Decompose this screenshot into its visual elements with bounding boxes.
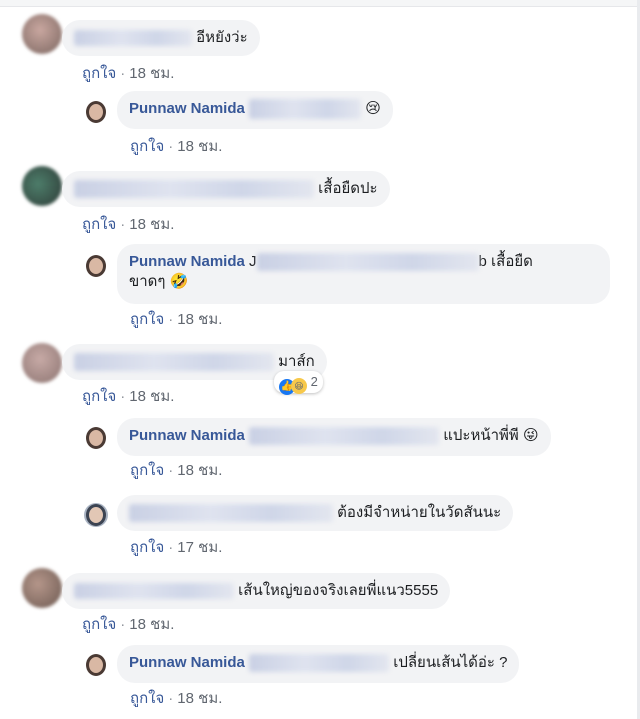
like-link[interactable]: ถูกใจ <box>82 65 116 82</box>
reply-meta: ถูกใจ · 18 ชม. <box>130 311 223 328</box>
reply-text-suffix: b เสื้อยืด <box>478 253 533 270</box>
punnaw-avatar[interactable] <box>84 426 108 450</box>
reply-bubble: Punnaw Namida 😢 <box>117 91 393 129</box>
reply-text: เปลี่ยนเส้นได้อ่ะ ? <box>393 654 508 671</box>
comment-text: มาส์ก <box>278 353 315 370</box>
reply-time[interactable]: 18 ชม. <box>177 311 222 328</box>
commenter-avatar[interactable] <box>22 166 62 206</box>
reply-bubble: Punnaw Namida เปลี่ยนเส้นได้อ่ะ ? <box>117 645 520 683</box>
crying-emoji: 😢 <box>365 100 381 117</box>
reply-time[interactable]: 18 ชม. <box>177 138 222 155</box>
comment-text: เสื้อยืดปะ <box>318 180 378 197</box>
like-link[interactable]: ถูกใจ <box>82 216 116 233</box>
blurred-mention <box>249 654 390 673</box>
blurred-mention <box>249 427 440 446</box>
comment-time[interactable]: 18 ชม. <box>129 388 174 405</box>
reply-bubble: ต้องมีจำหน่ายในวัดสันนะ <box>117 495 514 531</box>
like-link[interactable]: ถูกใจ <box>130 311 164 328</box>
commenter-avatar[interactable] <box>22 14 62 54</box>
punnaw-avatar[interactable] <box>84 100 108 124</box>
reply-time[interactable]: 17 ชม. <box>177 539 222 556</box>
reply-meta: ถูกใจ · 18 ชม. <box>130 462 223 479</box>
comment-text: อีหยังว่ะ <box>196 29 248 46</box>
commenter-avatar[interactable] <box>22 343 62 383</box>
reply-time[interactable]: 18 ชม. <box>177 690 222 707</box>
punnaw-avatar[interactable] <box>84 254 108 278</box>
blurred-name <box>74 30 192 47</box>
comment-meta: ถูกใจ · 18 ชม. <box>82 388 175 405</box>
rofl-emoji: 🤣 <box>169 273 189 290</box>
reply-meta: ถูกใจ · 18 ชม. <box>130 690 223 707</box>
reply-author[interactable]: Punnaw Namida <box>129 100 245 117</box>
reply-time[interactable]: 18 ชม. <box>177 462 222 479</box>
like-link[interactable]: ถูกใจ <box>82 616 116 633</box>
comment-bubble: เสื้อยืดปะ <box>62 171 390 207</box>
blurred-name <box>74 583 234 600</box>
reply-text: แปะหน้าพี่พี <box>443 427 519 444</box>
reply-author[interactable]: Punnaw Namida <box>129 654 245 671</box>
haha-reaction-icon: 😆 <box>291 378 307 394</box>
comment-meta: ถูกใจ · 18 ชม. <box>82 616 175 633</box>
window-top-edge <box>0 0 640 7</box>
reply-bubble: Punnaw Namida Jb เสื้อยืด ขาดๆ 🤣 <box>117 244 610 304</box>
comment-time[interactable]: 18 ชม. <box>129 616 174 633</box>
comment-meta: ถูกใจ · 18 ชม. <box>82 65 175 82</box>
reply-author[interactable]: Punnaw Namida <box>129 253 245 270</box>
reply-avatar[interactable] <box>84 503 108 527</box>
reply-text: ต้องมีจำหน่ายในวัดสันนะ <box>337 504 502 521</box>
blurred-mention <box>256 253 479 272</box>
comment-meta: ถูกใจ · 18 ชม. <box>82 216 175 233</box>
reply-meta: ถูกใจ · 17 ชม. <box>130 539 223 556</box>
comment-time[interactable]: 18 ชม. <box>129 65 174 82</box>
reply-text-prefix: J <box>249 253 257 270</box>
comment-time[interactable]: 18 ชม. <box>129 216 174 233</box>
winking-tongue-emoji: 😜 <box>522 427 539 444</box>
commenter-avatar[interactable] <box>22 568 62 608</box>
reply-author[interactable]: Punnaw Namida <box>129 427 245 444</box>
reply-bubble: Punnaw Namida แปะหน้าพี่พี 😜 <box>117 418 551 456</box>
blurred-name <box>129 504 333 523</box>
like-link[interactable]: ถูกใจ <box>82 388 116 405</box>
reaction-summary[interactable]: 👍😆 2 <box>274 371 323 395</box>
like-link[interactable]: ถูกใจ <box>130 462 164 479</box>
comment-bubble: เส้นใหญ่ของจริงเลยพี่แนว5555 <box>62 573 451 609</box>
reaction-count: 2 <box>310 374 318 389</box>
reply-meta: ถูกใจ · 18 ชม. <box>130 138 223 155</box>
like-link[interactable]: ถูกใจ <box>130 690 164 707</box>
blurred-name <box>74 180 314 199</box>
comment-bubble: อีหยังว่ะ <box>62 20 260 56</box>
like-link[interactable]: ถูกใจ <box>130 539 164 556</box>
punnaw-avatar[interactable] <box>84 653 108 677</box>
reply-text-line2: ขาดๆ <box>129 273 166 290</box>
comment-text: เส้นใหญ่ของจริงเลยพี่แนว5555 <box>238 582 439 599</box>
blurred-name <box>74 353 274 372</box>
blurred-mention <box>249 99 362 120</box>
like-link[interactable]: ถูกใจ <box>130 138 164 155</box>
